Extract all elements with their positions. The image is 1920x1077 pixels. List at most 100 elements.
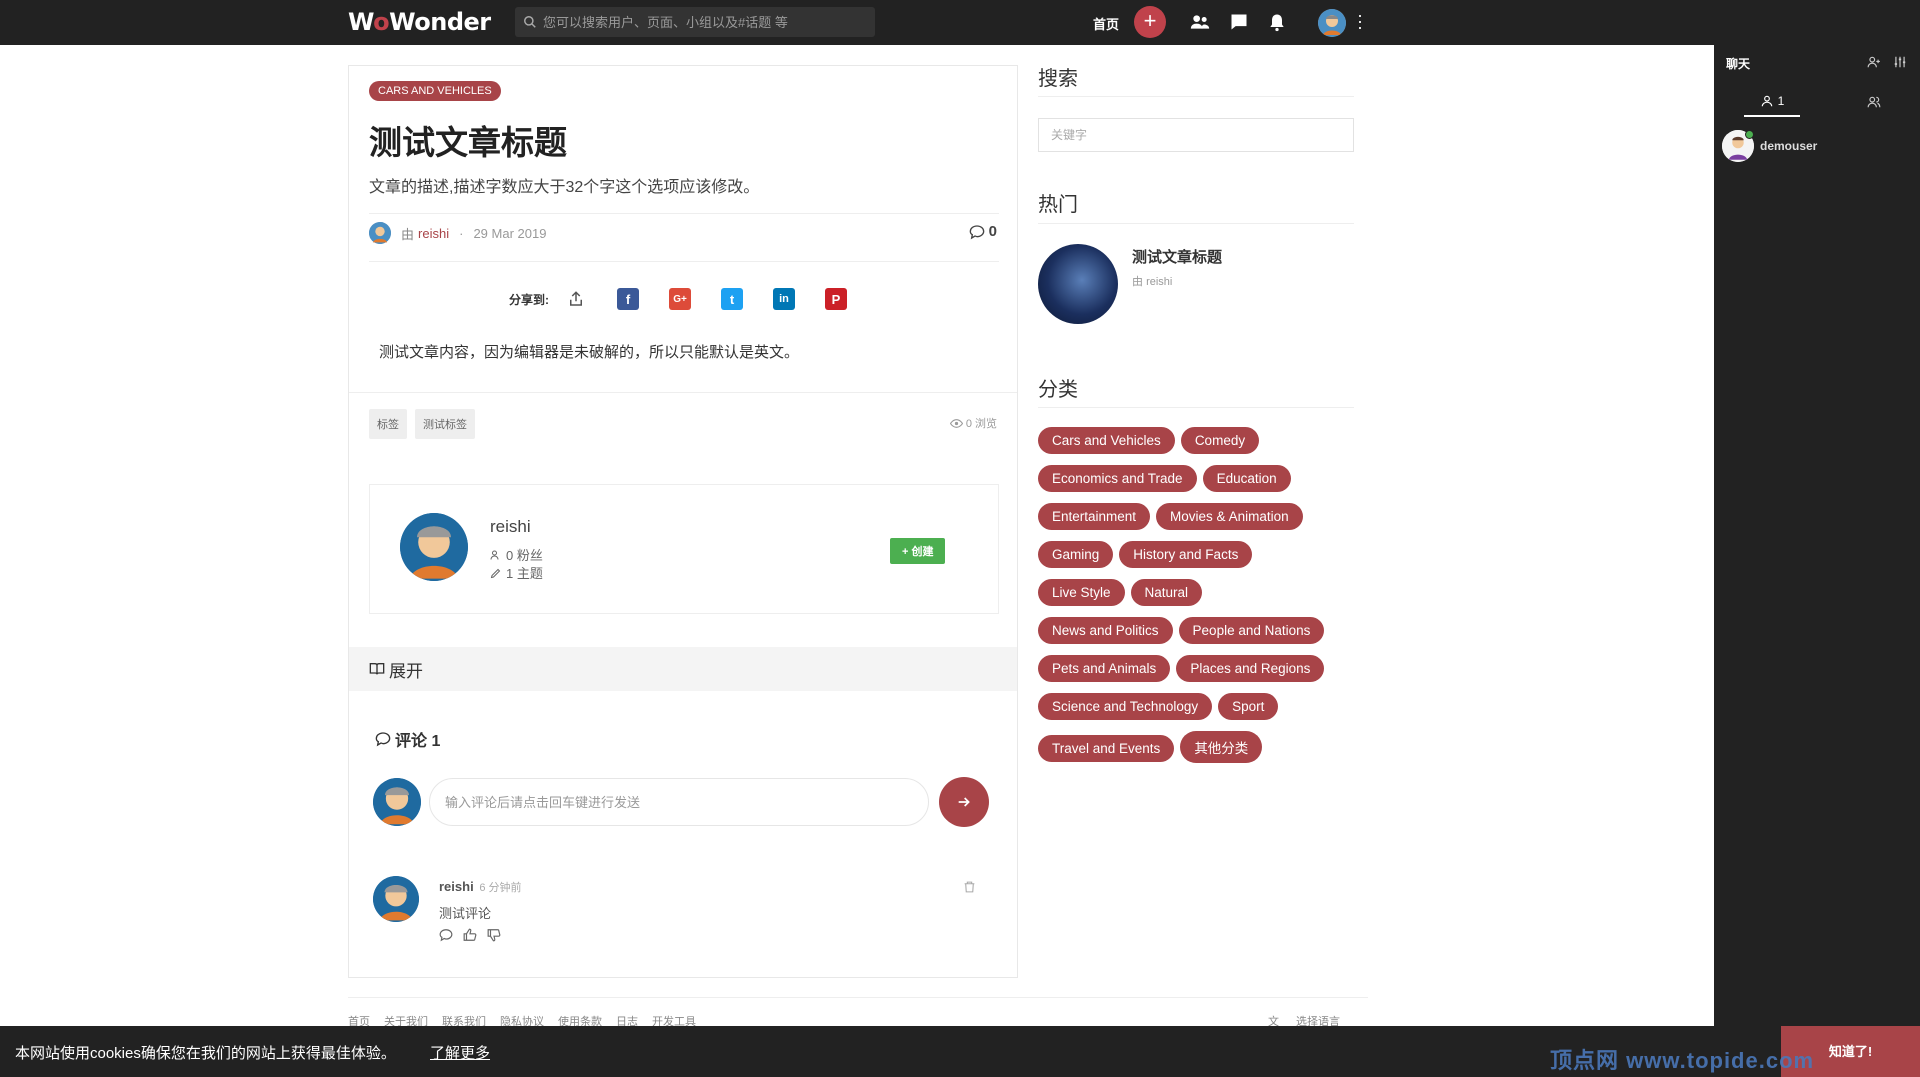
category-chip[interactable]: Sport	[1218, 693, 1279, 720]
divider	[369, 213, 999, 214]
comment-icon	[969, 224, 984, 239]
friends-icon[interactable]	[1190, 12, 1210, 32]
comments-title: 评论 1	[375, 727, 440, 751]
category-chip[interactable]: Movies & Animation	[1156, 503, 1303, 530]
category-chip[interactable]: Places and Regions	[1176, 655, 1325, 682]
category-chip[interactable]: Entertainment	[1038, 503, 1151, 530]
category-chip[interactable]: Cars and Vehicles	[1038, 427, 1175, 454]
category-chip[interactable]: Live Style	[1038, 579, 1125, 606]
author-box-name[interactable]: reishi	[490, 517, 531, 537]
author-box-avatar[interactable]	[400, 513, 468, 581]
twitter-icon[interactable]: t	[721, 288, 743, 310]
author-box: reishi 0 粉丝 1 主题 + 创建	[369, 484, 999, 614]
share-bar: 分享到: f G+ t in P	[509, 288, 877, 310]
watermark: 顶点网 www.topide.com	[1550, 1048, 1815, 1073]
comment-actions	[439, 928, 511, 942]
trending-widget-title: 热门	[1038, 192, 1078, 216]
settings-sliders-icon[interactable]	[1892, 55, 1908, 69]
add-user-icon[interactable]	[1866, 55, 1882, 69]
tab-groups[interactable]	[1854, 87, 1894, 117]
category-chip[interactable]: Gaming	[1038, 541, 1114, 568]
nav-home-link[interactable]: 首页	[1093, 14, 1119, 33]
cookie-message: 本网站使用cookies确保您在我们的网站上获得最佳体验。	[15, 1045, 396, 1062]
category-chip[interactable]: 其他分类	[1180, 731, 1263, 763]
author-link[interactable]: reishi	[418, 226, 449, 241]
divider	[348, 997, 1368, 998]
category-chip[interactable]: Travel and Events	[1038, 735, 1175, 762]
tag[interactable]: 测试标签	[415, 409, 475, 439]
more-icon[interactable]: · · ·	[1356, 6, 1364, 36]
dislike-icon[interactable]	[487, 928, 501, 942]
trash-icon[interactable]	[963, 880, 976, 894]
chat-user-name: demouser	[1760, 139, 1818, 153]
like-icon[interactable]	[463, 928, 477, 942]
follower-count: 0 粉丝	[490, 545, 543, 564]
site-logo[interactable]: WoWonder	[348, 8, 491, 36]
categories-widget-title: 分类	[1038, 377, 1078, 401]
article-card: CARS AND VEHICLES 测试文章标题 文章的描述,描述字数应大于32…	[348, 65, 1018, 978]
comment-author[interactable]: reishi	[439, 879, 474, 894]
reply-icon[interactable]	[439, 928, 453, 942]
messages-icon[interactable]	[1229, 12, 1249, 32]
composer-avatar	[373, 778, 421, 826]
trending-title[interactable]: 测试文章标题	[1132, 246, 1222, 267]
author-avatar[interactable]	[369, 222, 391, 244]
chat-title: 聊天	[1726, 57, 1751, 71]
category-chip[interactable]: Natural	[1130, 579, 1203, 606]
facebook-icon[interactable]: f	[617, 288, 639, 310]
divider	[1038, 407, 1354, 408]
category-chip[interactable]: Comedy	[1180, 427, 1260, 454]
plus-icon[interactable]: +	[1134, 6, 1166, 38]
tag[interactable]: 标签	[369, 409, 407, 439]
article-meta: 由 reishi · 29 Mar 2019	[369, 222, 546, 244]
category-badge[interactable]: CARS AND VEHICLES	[369, 81, 501, 101]
cookie-learn-more-link[interactable]: 了解更多	[430, 1042, 490, 1063]
expand-bar[interactable]: 展开	[349, 647, 1017, 691]
google-plus-icon[interactable]: G+	[669, 288, 691, 310]
global-search[interactable]	[515, 7, 875, 37]
article-date: 29 Mar 2019	[473, 225, 547, 241]
chat-user-avatar	[1722, 130, 1754, 162]
search-input[interactable]	[543, 14, 863, 30]
user-avatar[interactable]	[1318, 9, 1346, 37]
comment-avatar[interactable]	[373, 876, 419, 922]
comment-count-value: 0	[988, 223, 997, 240]
meta-separator: ·	[459, 225, 464, 241]
share-label: 分享到:	[509, 292, 549, 307]
trending-author[interactable]: reishi	[1146, 276, 1172, 288]
article-title: 测试文章标题	[369, 123, 567, 162]
keyword-search-input[interactable]	[1038, 118, 1354, 152]
follow-button[interactable]: + 创建	[890, 538, 946, 564]
comment-icon	[375, 732, 391, 747]
topic-count: 1 主题	[490, 563, 543, 582]
tab-online-users[interactable]: 1	[1744, 87, 1800, 117]
category-chip[interactable]: People and Nations	[1178, 617, 1325, 644]
comment-text: 测试评论	[439, 906, 492, 921]
comment-count[interactable]: 0	[969, 223, 997, 240]
trending-thumbnail[interactable]	[1038, 244, 1118, 324]
divider	[1038, 96, 1354, 97]
eye-icon	[949, 418, 963, 428]
chat-user-item[interactable]: demouser	[1722, 130, 1817, 162]
share-icon[interactable]	[565, 288, 587, 310]
topic-count-value: 1 主题	[506, 566, 543, 581]
category-chip[interactable]: Pets and Animals	[1038, 655, 1171, 682]
category-chip[interactable]: Science and Technology	[1038, 693, 1213, 720]
category-chip[interactable]: News and Politics	[1038, 617, 1173, 644]
category-chip[interactable]: Economics and Trade	[1038, 465, 1197, 492]
trending-item[interactable]: 测试文章标题 由 reishi	[1038, 244, 1222, 324]
divider	[349, 392, 1017, 393]
linkedin-icon[interactable]: in	[773, 288, 795, 310]
expand-label: 展开	[389, 661, 423, 681]
divider	[1038, 223, 1354, 224]
notifications-icon[interactable]	[1267, 12, 1287, 32]
category-chip[interactable]: Education	[1202, 465, 1291, 492]
send-comment-button[interactable]	[939, 777, 989, 827]
comment-input[interactable]	[429, 778, 929, 826]
comment-time: 6 分钟前	[479, 882, 522, 894]
online-count: 1	[1777, 94, 1785, 108]
category-chip[interactable]: History and Facts	[1119, 541, 1253, 568]
follower-count-value: 0 粉丝	[506, 548, 543, 563]
pinterest-icon[interactable]: P	[825, 288, 847, 310]
search-widget-title: 搜索	[1038, 66, 1078, 90]
